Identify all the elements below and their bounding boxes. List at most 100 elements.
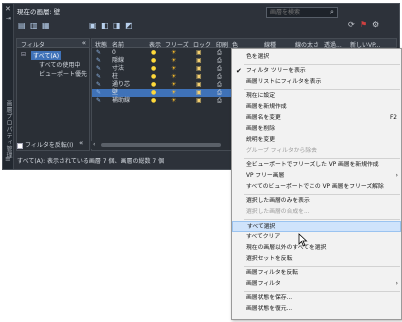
col-status[interactable]: 状態 — [95, 40, 107, 49]
lightbulb-icon[interactable]: ● — [151, 57, 156, 65]
menu-item[interactable]: 画層フィルタ › — [232, 279, 401, 290]
sun-icon[interactable]: ☀ — [171, 97, 176, 105]
refresh-icon[interactable]: ⟳ — [348, 20, 355, 29]
delete-layer-icon[interactable]: ◨ — [113, 21, 121, 30]
new-property-filter-icon[interactable]: ▤ — [18, 21, 26, 30]
menu-item[interactable]: 選択セットを反転 — [232, 254, 401, 265]
printer-icon[interactable]: ⎙ — [217, 89, 222, 97]
lightbulb-icon[interactable]: ● — [151, 49, 156, 57]
unlock-icon[interactable]: ▣ — [196, 89, 202, 97]
lightbulb-icon[interactable]: ● — [151, 97, 156, 105]
printer-icon[interactable]: ⎙ — [217, 81, 222, 89]
sun-icon[interactable]: ☀ — [171, 57, 176, 65]
menu-item[interactable]: 画層リストにフィルタを表示 — [232, 77, 401, 88]
search-icon[interactable]: ⌕ — [330, 8, 334, 17]
palette-title-strip: ✕ ⇥ 画層プロパティ管理 ≡ — [3, 4, 14, 169]
properties-icon[interactable]: ≡ — [5, 155, 11, 163]
col-plot[interactable]: 印刷 — [216, 40, 228, 49]
checkbox-box[interactable] — [17, 142, 23, 149]
submenu-arrow-icon: › — [395, 281, 398, 287]
menu-item[interactable]: すべてのビューポートでこの VP 画層をフリーズ解除 — [232, 182, 401, 193]
menu-item[interactable]: 全ビューポートでフリーズした VP 画層を新規作成 — [232, 160, 401, 171]
col-freeze[interactable]: フリーズ — [165, 40, 189, 49]
menu-item[interactable]: 説明を変更 — [232, 135, 401, 146]
layer-state-icon: ✎ — [96, 73, 102, 80]
menu-separator — [244, 64, 400, 65]
filter-node-viewport-override[interactable]: ビューポート優先 — [39, 69, 87, 78]
printer-icon[interactable]: ⎙ — [217, 73, 222, 81]
layer-name[interactable]: 柱 — [112, 73, 118, 81]
menu-item-label: フィルタ ツリーを表示 — [246, 68, 306, 74]
menu-item[interactable]: 画層状態を復元... — [232, 304, 401, 315]
layer-state-icon: ✎ — [96, 89, 102, 96]
layer-name[interactable]: 隠線 — [112, 57, 124, 65]
new-layer-icon[interactable]: ▣ — [89, 21, 97, 30]
sun-icon[interactable]: ☀ — [171, 81, 176, 89]
unlock-icon[interactable]: ▣ — [196, 65, 202, 73]
sun-icon[interactable]: ☀ — [171, 89, 176, 97]
printer-icon[interactable]: ⎙ — [217, 65, 222, 73]
menu-item[interactable]: すべて選択 — [232, 221, 401, 232]
menu-item[interactable]: 現在の画層以外のすべてを選択 — [232, 243, 401, 254]
search-layer-input[interactable] — [266, 7, 338, 18]
sun-icon[interactable]: ☀ — [171, 65, 176, 73]
new-vp-frozen-layer-icon[interactable]: ◧ — [101, 21, 109, 30]
layer-state-icon: ✎ — [96, 81, 102, 88]
printer-icon[interactable]: ⎙ — [217, 57, 222, 65]
layer-name[interactable]: 寸法 — [112, 65, 124, 73]
printer-icon[interactable]: ⎙ — [217, 49, 222, 57]
set-current-icon[interactable]: ◩ — [125, 21, 133, 30]
menu-separator — [244, 219, 400, 220]
menu-item[interactable]: 画層状態を保存... — [232, 293, 401, 304]
col-name[interactable]: 名前 — [112, 40, 124, 49]
submenu-arrow-icon: › — [395, 173, 398, 179]
sun-icon[interactable]: ☀ — [171, 73, 176, 81]
gear-icon[interactable]: ⚙ — [372, 20, 379, 29]
new-group-filter-icon[interactable]: ▥ — [30, 21, 38, 30]
unlock-icon[interactable]: ▣ — [196, 57, 202, 65]
menu-item[interactable]: 選択した画層のみを表示 — [232, 196, 401, 207]
menu-item[interactable]: VP フリー画層 › — [232, 171, 401, 182]
filter-node-in-use[interactable]: すべての使用中 — [39, 60, 80, 69]
menu-item-label: 選択セットを反転 — [246, 256, 293, 262]
layer-name[interactable]: 壁 — [112, 89, 118, 97]
settings-flag-icon[interactable]: ⚑ — [360, 20, 367, 29]
lightbulb-icon[interactable]: ● — [151, 89, 156, 97]
menu-item[interactable]: 画層を新規作成 — [232, 102, 401, 113]
menu-item-label: VP フリー画層 — [246, 173, 285, 179]
printer-icon[interactable]: ⎙ — [217, 97, 222, 105]
tree-expand-icon[interactable]: ⊟ — [21, 51, 26, 58]
menu-item[interactable]: 色を選択 — [232, 52, 401, 63]
invert-filter-checkbox[interactable]: フィルタを反転(I) — [17, 140, 73, 149]
unlock-icon[interactable]: ▣ — [196, 97, 202, 105]
layer-states-manager-icon[interactable]: ▦ — [42, 21, 50, 30]
scroll-thumb[interactable] — [101, 143, 221, 147]
layer-name[interactable]: 0 — [112, 49, 116, 57]
col-lock[interactable]: ロック — [193, 40, 211, 49]
context-menu: 色を選択 ✔ フィルタ ツリーを表示 画層リストにフィルタを表示 現在に設定 画層を新規作… — [231, 48, 402, 320]
collapse-tree-button[interactable]: « — [82, 39, 86, 47]
lightbulb-icon[interactable]: ● — [151, 73, 156, 81]
layer-name[interactable]: 通り芯 — [112, 81, 130, 89]
menu-item[interactable]: ✔ フィルタ ツリーを表示 — [232, 66, 401, 77]
filter-tree: フィルタ « すべて(A) ⊟ すべての使用中 ビューポート優先 — [16, 38, 90, 151]
unlock-icon[interactable]: ▣ — [196, 81, 202, 89]
autohide-icon[interactable]: ⇥ — [6, 15, 11, 22]
menu-item[interactable]: 現在に設定 — [232, 91, 401, 102]
close-icon[interactable]: ✕ — [5, 5, 11, 13]
filter-node-all[interactable]: すべて(A) — [31, 51, 62, 60]
lightbulb-icon[interactable]: ● — [151, 81, 156, 89]
menu-item[interactable]: 画層フィルタを反転 — [232, 268, 401, 279]
col-on[interactable]: 表示 — [149, 40, 161, 49]
unlock-icon[interactable]: ▣ — [196, 73, 202, 81]
menu-item[interactable]: 画層を削除 — [232, 124, 401, 135]
collapse-filter-arrow[interactable]: « — [79, 139, 83, 147]
layer-name[interactable]: 補助線 — [112, 97, 130, 105]
unlock-icon[interactable]: ▣ — [196, 49, 202, 57]
layer-state-icon: ✎ — [96, 65, 102, 72]
menu-item[interactable]: すべてクリア — [232, 232, 401, 243]
sun-icon[interactable]: ☀ — [171, 49, 176, 57]
menu-item[interactable]: 画層名を変更 F2 — [232, 113, 401, 124]
lightbulb-icon[interactable]: ● — [151, 65, 156, 73]
scroll-left-icon[interactable]: ‹ — [93, 141, 95, 148]
